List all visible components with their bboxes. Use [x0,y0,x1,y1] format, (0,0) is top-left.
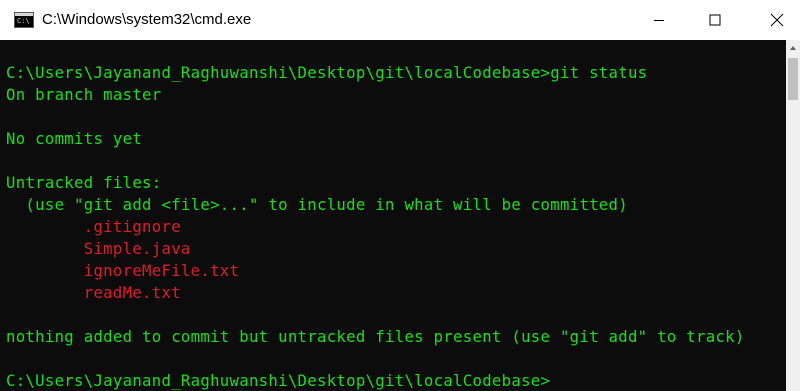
console-line: No commits yet [6,130,143,148]
console-line: Untracked files: [6,174,162,192]
app-icon-text: C:\ [17,17,30,25]
close-icon [770,13,784,27]
minimize-button[interactable] [636,0,682,40]
chevron-up-icon [790,46,796,50]
untracked-file: readMe.txt [6,284,181,302]
maximize-button[interactable] [692,0,738,40]
minimize-icon [654,20,664,21]
close-button[interactable] [754,0,800,40]
untracked-file: .gitignore [6,218,181,236]
scroll-thumb[interactable] [788,58,798,100]
untracked-file: ignoreMeFile.txt [6,262,240,280]
window-title: C:\Windows\system32\cmd.exe [42,11,252,28]
cmd-window: C:\ C:\Windows\system32\cmd.exe C:\Users… [0,0,800,391]
command-prompt[interactable]: C:\Users\Jayanand_Raghuwanshi\Desktop\gi… [6,370,550,391]
console-line: nothing added to commit but untracked fi… [6,328,745,346]
maximize-icon [709,14,721,26]
console-output[interactable]: C:\Users\Jayanand_Raghuwanshi\Desktop\gi… [0,40,786,391]
console-line: C:\Users\Jayanand_Raghuwanshi\Desktop\gi… [6,64,648,82]
untracked-file: Simple.java [6,240,191,258]
title-bar[interactable]: C:\ C:\Windows\system32\cmd.exe [0,0,800,40]
scroll-up-button[interactable] [786,40,800,56]
console-line: (use "git add <file>..." to include in w… [6,196,628,214]
app-icon-bar [15,13,33,16]
cmd-app-icon[interactable]: C:\ [14,12,34,28]
console-line: On branch master [6,86,162,104]
vertical-scrollbar[interactable] [786,40,800,391]
